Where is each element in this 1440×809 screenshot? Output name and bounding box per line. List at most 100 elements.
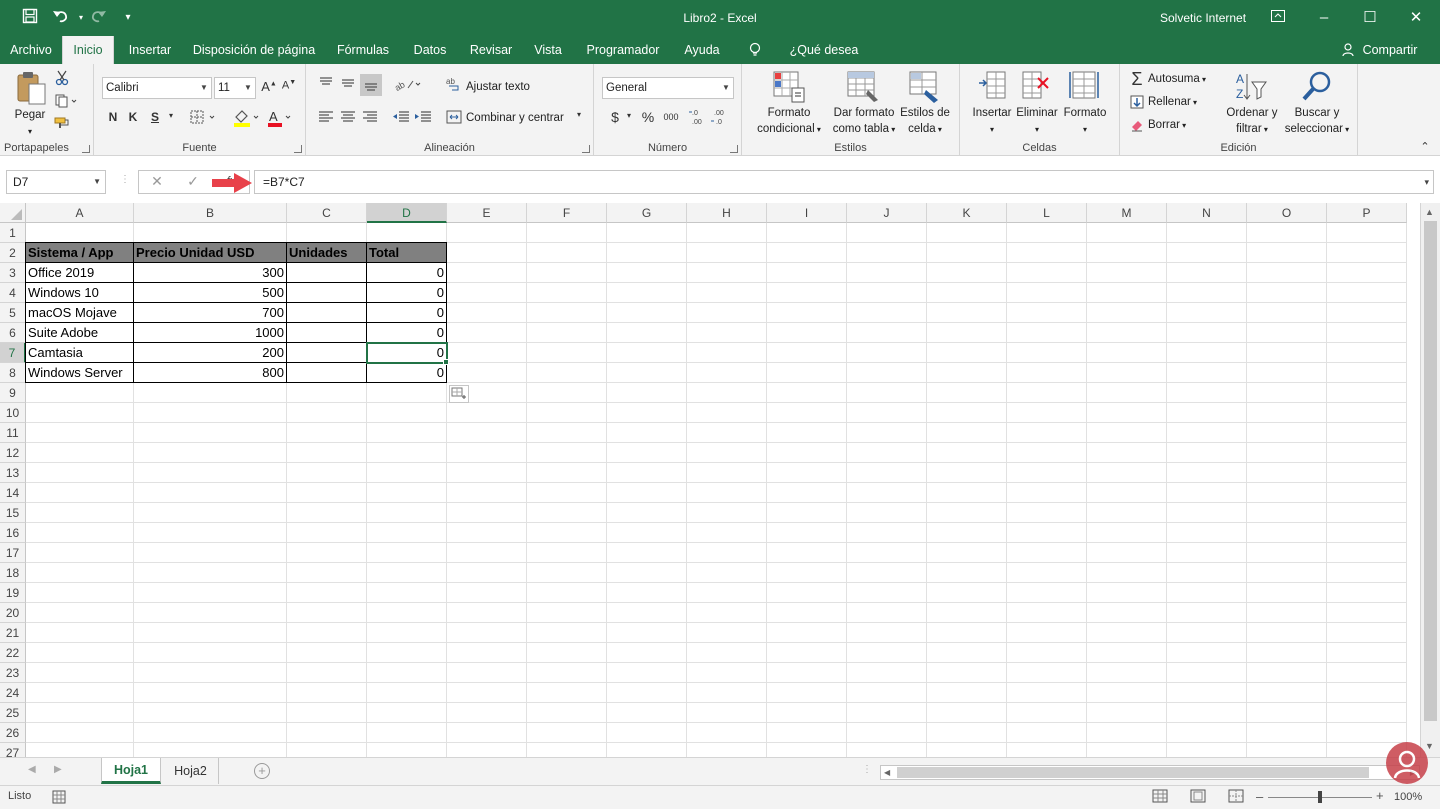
user-name[interactable]: Solvetic Internet	[1160, 0, 1246, 36]
currency-dropdown-icon[interactable]: ▾	[624, 111, 634, 120]
increase-font-icon[interactable]: A▲	[260, 79, 278, 94]
zoom-out-icon[interactable]: –	[1256, 789, 1263, 804]
scroll-up-icon[interactable]: ▲	[1425, 207, 1434, 217]
row-header[interactable]: 11	[0, 423, 26, 443]
ribbon-display-options-icon[interactable]	[1255, 0, 1301, 36]
percent-button[interactable]: %	[640, 109, 656, 125]
table-cell[interactable]: Suite Adobe	[25, 322, 134, 343]
cut-icon[interactable]	[54, 70, 70, 86]
delete-cells-label[interactable]: Eliminar	[1012, 106, 1062, 121]
table-cell[interactable]: macOS Mojave	[25, 302, 134, 323]
decrease-indent-icon[interactable]	[392, 110, 410, 126]
table-cell[interactable]: Windows 10	[25, 282, 134, 303]
increase-indent-icon[interactable]	[414, 110, 432, 126]
bold-button[interactable]: N	[106, 110, 120, 124]
page-layout-view-icon[interactable]	[1190, 789, 1208, 805]
merge-center-icon[interactable]	[446, 110, 462, 126]
cell-styles-icon[interactable]	[908, 70, 942, 106]
format-dropdown-icon[interactable]: ▾	[1060, 122, 1110, 137]
table-cell[interactable]: 0	[366, 262, 447, 283]
table-cell[interactable]: 0	[366, 282, 447, 303]
prev-sheet-icon[interactable]: ◀	[28, 764, 36, 775]
align-top-icon[interactable]	[318, 76, 334, 92]
autosum-icon[interactable]: Σ	[1128, 70, 1146, 88]
row-header[interactable]: 3	[0, 263, 26, 283]
row-header[interactable]: 8	[0, 363, 26, 383]
close-icon[interactable]: ✕	[1393, 0, 1439, 36]
number-format-combo[interactable]: General ▼	[602, 77, 734, 99]
table-cell[interactable]: Camtasia	[25, 342, 134, 363]
column-header[interactable]: B	[134, 203, 287, 223]
row-header[interactable]: 24	[0, 683, 26, 703]
column-header[interactable]: H	[687, 203, 767, 223]
conditional-format-label-1[interactable]: Formato	[744, 106, 834, 121]
expand-formula-icon[interactable]: ▾	[1424, 171, 1429, 193]
conditional-format-label-2[interactable]: condicional ▾	[744, 122, 834, 137]
table-cell[interactable]: 0	[366, 362, 447, 383]
add-sheet-icon[interactable]: +	[254, 763, 270, 779]
page-break-view-icon[interactable]	[1228, 789, 1246, 805]
table-cell[interactable]: 0	[366, 302, 447, 323]
number-launcher-icon[interactable]	[730, 145, 738, 153]
row-header[interactable]: 20	[0, 603, 26, 623]
copy-icon[interactable]	[54, 94, 80, 110]
font-color-icon[interactable]: A	[266, 108, 296, 128]
cancel-icon[interactable]: ✕	[149, 173, 165, 190]
select-all-corner[interactable]	[0, 203, 26, 223]
row-header[interactable]: 6	[0, 323, 26, 343]
paste-dropdown-icon[interactable]: ▾	[8, 124, 52, 139]
column-header[interactable]: N	[1167, 203, 1247, 223]
format-cells-icon[interactable]	[1068, 70, 1100, 106]
format-painter-icon[interactable]	[54, 116, 70, 132]
align-center-icon[interactable]	[340, 110, 356, 126]
align-right-icon[interactable]	[362, 110, 378, 126]
tab-vista[interactable]: Vista	[526, 36, 570, 64]
table-cell[interactable]	[286, 262, 367, 283]
borders-icon[interactable]	[190, 110, 218, 126]
row-header[interactable]: 18	[0, 563, 26, 583]
column-header[interactable]: J	[847, 203, 927, 223]
row-header[interactable]: 22	[0, 643, 26, 663]
paste-icon[interactable]	[14, 70, 48, 106]
fill-icon[interactable]	[1130, 95, 1144, 109]
collapse-ribbon-icon[interactable]: ⌃	[1418, 140, 1432, 153]
tab-programador[interactable]: Programador	[578, 36, 668, 64]
sort-filter-label-1[interactable]: Ordenar y	[1218, 106, 1286, 121]
delete-cells-icon[interactable]	[1020, 70, 1052, 106]
table-header-cell[interactable]: Total	[366, 242, 447, 263]
row-header[interactable]: 19	[0, 583, 26, 603]
worksheet-grid[interactable]: ABCDEFGHIJKLMNOP 1 2 3 4 5 6 7 8 9 10 11 12 13 14 15 16…	[0, 203, 1420, 757]
table-cell[interactable]: 500	[133, 282, 287, 303]
table-cell[interactable]	[286, 322, 367, 343]
row-header[interactable]: 23	[0, 663, 26, 683]
row-header[interactable]: 13	[0, 463, 26, 483]
sheet-tab-hoja1[interactable]: Hoja1	[101, 758, 161, 784]
align-middle-icon[interactable]	[340, 76, 356, 92]
fill-color-icon[interactable]	[232, 108, 262, 128]
column-header[interactable]: G	[607, 203, 687, 223]
column-header[interactable]: C	[287, 203, 367, 223]
cell-styles-label-1[interactable]: Estilos de	[892, 106, 958, 121]
autosum-label[interactable]: Autosuma ▾	[1148, 69, 1206, 90]
share-button[interactable]: Compartir	[1360, 36, 1420, 64]
sort-filter-label-2[interactable]: filtrar ▾	[1218, 122, 1286, 137]
zoom-level[interactable]: 100%	[1394, 791, 1422, 803]
row-header[interactable]: 2	[0, 243, 26, 263]
scroll-left-icon[interactable]: ◀	[884, 766, 890, 779]
fill-label[interactable]: Rellenar ▾	[1148, 92, 1197, 113]
row-header[interactable]: 7	[0, 343, 26, 363]
quick-analysis-icon[interactable]	[449, 385, 469, 403]
table-cell[interactable]: 800	[133, 362, 287, 383]
row-header[interactable]: 27	[0, 743, 26, 757]
next-sheet-icon[interactable]: ▶	[54, 764, 62, 775]
name-box[interactable]: D7 ▼	[6, 170, 106, 194]
merge-center-label[interactable]: Combinar y centrar	[466, 108, 564, 128]
tell-me-search[interactable]: ¿Qué desea hacer?	[772, 36, 876, 85]
row-header[interactable]: 12	[0, 443, 26, 463]
column-header[interactable]: O	[1247, 203, 1327, 223]
column-header[interactable]: L	[1007, 203, 1087, 223]
find-select-label-2[interactable]: seleccionar ▾	[1280, 122, 1354, 137]
zoom-slider-thumb[interactable]	[1318, 791, 1322, 803]
insert-cells-icon[interactable]	[976, 70, 1008, 106]
row-header[interactable]: 14	[0, 483, 26, 503]
